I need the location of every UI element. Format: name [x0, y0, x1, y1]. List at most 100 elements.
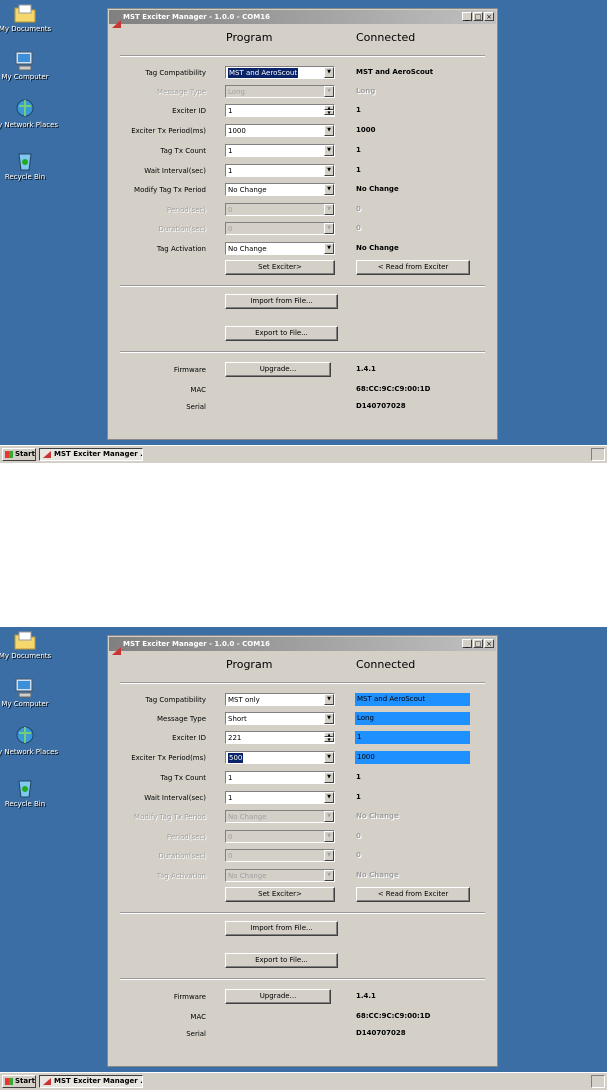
- field-label: Message Type: [157, 88, 206, 96]
- chevron-down-icon[interactable]: ▼: [324, 850, 334, 861]
- recycle-bin-shortcut[interactable]: Recycle Bin: [0, 777, 60, 809]
- row-exciter-tx-period: Exciter Tx Period(ms) 1000 ▼ 1000: [108, 123, 497, 139]
- chevron-down-icon[interactable]: ▼: [324, 772, 334, 783]
- icon-label: My Network Places: [0, 121, 59, 129]
- exciter-tx-period-select[interactable]: 1000 ▼: [225, 124, 335, 137]
- exciter-tx-period-select[interactable]: 500 ▼: [225, 751, 335, 764]
- modify-tag-tx-period-select[interactable]: No Change ▼: [225, 810, 335, 823]
- tray-icon[interactable]: [591, 448, 605, 461]
- spin-down-icon[interactable]: ▼: [324, 110, 334, 115]
- my-documents-shortcut[interactable]: My Documents: [0, 2, 60, 34]
- row-exciter-id: Exciter ID 1 ▲ ▼ 1: [108, 103, 497, 119]
- chevron-down-icon[interactable]: ▼: [324, 86, 334, 97]
- chevron-down-icon[interactable]: ▼: [324, 792, 334, 803]
- minimize-button[interactable]: _: [462, 12, 472, 21]
- duration-select[interactable]: 0 ▼: [225, 222, 335, 235]
- connected-value: 1: [356, 793, 361, 801]
- exciter-id-spinner[interactable]: 1 ▲ ▼: [225, 104, 335, 117]
- period-select[interactable]: 0 ▼: [225, 203, 335, 216]
- maximize-button[interactable]: □: [473, 639, 483, 648]
- chevron-down-icon[interactable]: ▼: [324, 125, 334, 136]
- tag-activation-select[interactable]: No Change ▼: [225, 869, 335, 882]
- connected-value: Long: [356, 87, 376, 95]
- export-to-file-button[interactable]: Export to File...: [225, 326, 338, 341]
- tray-icon[interactable]: [591, 1075, 605, 1088]
- close-button[interactable]: ×: [484, 639, 494, 648]
- chevron-down-icon[interactable]: ▼: [324, 145, 334, 156]
- export-to-file-button[interactable]: Export to File...: [225, 953, 338, 968]
- select-value: MST and AeroScout: [228, 68, 299, 78]
- read-from-exciter-button[interactable]: < Read from Exciter: [356, 887, 470, 902]
- duration-select[interactable]: 0 ▼: [225, 849, 335, 862]
- tag-tx-count-select[interactable]: 1 ▼: [225, 771, 335, 784]
- chevron-down-icon[interactable]: ▼: [324, 831, 334, 842]
- serial-value: D140707028: [356, 1029, 406, 1037]
- chevron-down-icon[interactable]: ▼: [324, 870, 334, 881]
- row-tag-compatibility: Tag Compatibility MST and AeroScout ▼ MST…: [108, 65, 497, 81]
- upgrade-button[interactable]: Upgrade...: [225, 362, 331, 377]
- field-label: Serial: [186, 403, 206, 411]
- start-button[interactable]: Start: [2, 1075, 36, 1088]
- taskbar-app-button[interactable]: MST Exciter Manager ...: [39, 1075, 143, 1088]
- close-button[interactable]: ×: [484, 12, 494, 21]
- title-bar[interactable]: MST Exciter Manager - 1.0.0 - COM16 _ □ …: [109, 10, 496, 28]
- import-from-file-button[interactable]: Import from File...: [225, 294, 338, 309]
- tag-tx-count-select[interactable]: 1 ▼: [225, 144, 335, 157]
- spin-down-icon[interactable]: ▼: [324, 737, 334, 742]
- maximize-button[interactable]: □: [473, 12, 483, 21]
- network-icon: [13, 725, 37, 747]
- my-computer-shortcut[interactable]: My Computer: [0, 50, 60, 82]
- tag-compatibility-select[interactable]: MST and AeroScout ▼: [225, 66, 335, 79]
- chevron-down-icon[interactable]: ▼: [324, 713, 334, 724]
- app-window: MST Exciter Manager - 1.0.0 - COM16 _ □ …: [107, 8, 498, 440]
- tag-activation-select[interactable]: No Change ▼: [225, 242, 335, 255]
- window-title: MST Exciter Manager - 1.0.0 - COM16: [123, 640, 270, 648]
- field-label: Exciter Tx Period(ms): [131, 754, 206, 762]
- minimize-button[interactable]: _: [462, 639, 472, 648]
- set-exciter-button[interactable]: Set Exciter>: [225, 887, 335, 902]
- my-network-places-shortcut[interactable]: My Network Places: [0, 98, 60, 130]
- title-bar[interactable]: MST Exciter Manager - 1.0.0 - COM16 _ □ …: [109, 637, 496, 655]
- serial-value: D140707028: [356, 402, 406, 410]
- start-label: Start: [15, 1077, 35, 1085]
- start-button[interactable]: Start: [2, 448, 36, 461]
- recycle-bin-shortcut[interactable]: Recycle Bin: [0, 150, 60, 182]
- wait-interval-select[interactable]: 1 ▼: [225, 791, 335, 804]
- tag-compatibility-select[interactable]: MST only ▼: [225, 693, 335, 706]
- my-documents-shortcut[interactable]: My Documents: [0, 629, 60, 661]
- modify-tag-tx-period-select[interactable]: No Change ▼: [225, 183, 335, 196]
- import-from-file-button[interactable]: Import from File...: [225, 921, 338, 936]
- upgrade-button[interactable]: Upgrade...: [225, 989, 331, 1004]
- chevron-down-icon[interactable]: ▼: [324, 243, 334, 254]
- field-label: Message Type: [157, 715, 206, 723]
- wait-interval-select[interactable]: 1 ▼: [225, 164, 335, 177]
- chevron-down-icon[interactable]: ▼: [324, 694, 334, 705]
- chevron-down-icon[interactable]: ▼: [324, 67, 334, 78]
- period-select[interactable]: 0 ▼: [225, 830, 335, 843]
- read-from-exciter-button[interactable]: < Read from Exciter: [356, 260, 470, 275]
- field-label: Duration(sec): [158, 225, 206, 233]
- exciter-id-spinner[interactable]: 221 ▲ ▼: [225, 731, 335, 744]
- select-value: 0: [228, 225, 233, 233]
- separator: [120, 682, 485, 684]
- chevron-down-icon[interactable]: ▼: [324, 204, 334, 215]
- spinner-value: 1: [228, 107, 233, 115]
- set-exciter-button[interactable]: Set Exciter>: [225, 260, 335, 275]
- chevron-down-icon[interactable]: ▼: [324, 752, 334, 763]
- chevron-down-icon[interactable]: ▼: [324, 223, 334, 234]
- chevron-down-icon[interactable]: ▼: [324, 165, 334, 176]
- connected-value: 0: [356, 224, 361, 232]
- taskbar-app-button[interactable]: MST Exciter Manager ...: [39, 448, 143, 461]
- message-type-select[interactable]: Short ▼: [225, 712, 335, 725]
- connected-value: MST and AeroScout: [356, 68, 434, 76]
- message-type-select[interactable]: Long ▼: [225, 85, 335, 98]
- select-value: 1: [228, 794, 233, 802]
- row-firmware: Firmware Upgrade... 1.4.1: [108, 362, 497, 378]
- my-computer-shortcut[interactable]: My Computer: [0, 677, 60, 709]
- field-label: Modify Tag Tx Period: [134, 186, 206, 194]
- select-value: No Change: [228, 186, 267, 194]
- my-network-places-shortcut[interactable]: My Network Places: [0, 725, 60, 757]
- field-label: Exciter ID: [172, 107, 206, 115]
- chevron-down-icon[interactable]: ▼: [324, 811, 334, 822]
- chevron-down-icon[interactable]: ▼: [324, 184, 334, 195]
